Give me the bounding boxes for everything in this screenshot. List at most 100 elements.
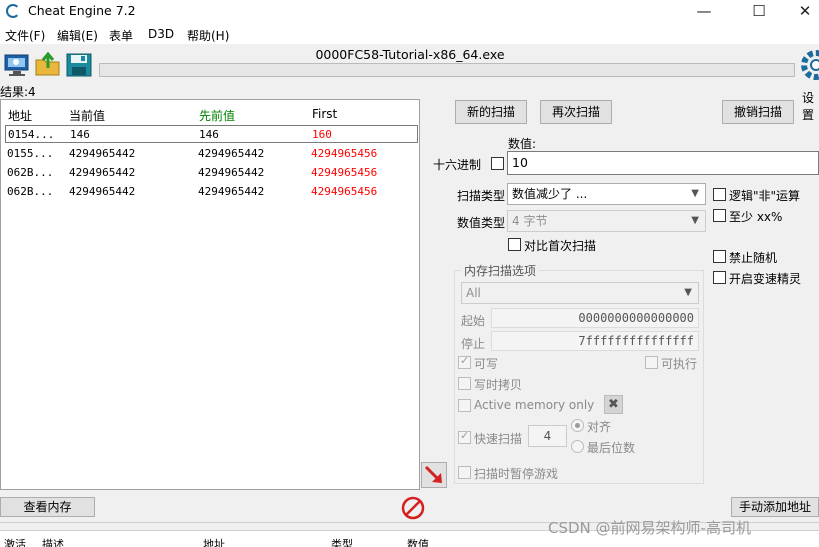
no-random-checkbox[interactable] xyxy=(713,250,726,263)
column-active[interactable]: 激活 xyxy=(4,536,26,547)
value-type-select[interactable]: 4 字节 ▼ xyxy=(507,210,706,232)
cheat-engine-logo-icon xyxy=(6,4,20,18)
stop-label: 停止 xyxy=(461,337,486,351)
stop-address-input[interactable]: 7fffffffffffffff xyxy=(491,331,699,351)
result-row[interactable]: 0154... 146 146 160 xyxy=(5,125,418,143)
add-address-manually-button[interactable]: 手动添加地址 xyxy=(731,497,819,517)
writable-label[interactable]: 可写 xyxy=(474,355,498,372)
row-current: 4294965442 xyxy=(69,166,136,179)
row-first: 160 xyxy=(312,128,332,141)
row-address: 062B... xyxy=(7,166,54,179)
pause-game-checkbox[interactable] xyxy=(458,466,471,479)
fast-scan-checkbox[interactable] xyxy=(458,429,471,444)
window-title: Cheat Engine 7.2 xyxy=(28,3,136,18)
row-previous: 4294965442 xyxy=(198,185,265,198)
settings-gear-icon[interactable] xyxy=(800,48,819,82)
logic-not-label[interactable]: 逻辑"非"运算 xyxy=(729,187,800,204)
menu-help[interactable]: 帮助(H) xyxy=(187,27,229,44)
title-bar: Cheat Engine 7.2 — ☐ ✕ xyxy=(0,0,819,24)
scan-progress-bar xyxy=(99,63,795,77)
column-type[interactable]: 类型 xyxy=(331,536,353,547)
column-current-value[interactable]: 当前值 xyxy=(69,107,105,124)
hex-checkbox[interactable] xyxy=(491,157,504,170)
save-icon[interactable] xyxy=(65,52,93,78)
menu-file[interactable]: 文件(F) xyxy=(5,27,45,44)
open-file-icon[interactable] xyxy=(34,51,62,78)
compare-first-label[interactable]: 对比首次扫描 xyxy=(524,237,596,254)
executable-label[interactable]: 可执行 xyxy=(661,355,697,372)
row-previous: 4294965442 xyxy=(198,147,265,160)
align-label[interactable]: 对齐 xyxy=(587,418,611,435)
copy-on-write-checkbox[interactable] xyxy=(458,377,471,390)
value-type-label: 数值类型 xyxy=(457,216,506,230)
results-list[interactable]: 地址 当前值 先前值 First 0154... 146 146 160 015… xyxy=(0,99,420,490)
menu-edit[interactable]: 编辑(E) xyxy=(57,27,98,44)
column-address[interactable]: 地址 xyxy=(203,536,225,547)
last-digits-radio[interactable] xyxy=(571,440,584,453)
column-first[interactable]: First xyxy=(312,107,337,121)
settings-label[interactable]: 设置 xyxy=(802,89,819,123)
menu-bar: 文件(F) 编辑(E) 表单 D3D 帮助(H) xyxy=(0,24,819,44)
row-previous: 4294965442 xyxy=(198,166,265,179)
copy-on-write-label[interactable]: 写时拷贝 xyxy=(474,376,522,393)
add-to-list-arrow-icon[interactable] xyxy=(421,462,447,488)
active-memory-label[interactable]: Active memory only xyxy=(474,398,594,412)
close-button[interactable]: ✕ xyxy=(782,0,819,24)
new-scan-button[interactable]: 新的扫描 xyxy=(455,100,527,124)
view-memory-button[interactable]: 查看内存 xyxy=(0,497,95,517)
row-address: 0154... xyxy=(8,128,55,141)
fast-scan-label[interactable]: 快速扫描 xyxy=(474,430,522,447)
minimize-button[interactable]: — xyxy=(681,0,727,24)
active-memory-checkbox[interactable] xyxy=(458,399,471,412)
watermark: CSDN @前网易架构师-高司机 xyxy=(548,519,751,537)
result-row[interactable]: 062B... 4294965442 4294965442 4294965456 xyxy=(5,164,418,182)
at-least-label[interactable]: 至少 xx% xyxy=(729,208,782,225)
menu-d3d[interactable]: D3D xyxy=(148,27,174,41)
writable-checkbox[interactable] xyxy=(458,354,471,369)
hex-label: 十六进制 xyxy=(433,158,482,172)
column-address[interactable]: 地址 xyxy=(8,107,32,124)
column-previous-value[interactable]: 先前值 xyxy=(199,107,235,124)
column-value[interactable]: 数值 xyxy=(407,536,429,547)
undo-scan-button[interactable]: 撤销扫描 xyxy=(722,100,794,124)
speedhack-checkbox[interactable] xyxy=(713,271,726,284)
chevron-down-icon: ▼ xyxy=(691,188,699,199)
menu-table[interactable]: 表单 xyxy=(109,27,133,44)
align-radio[interactable] xyxy=(571,419,584,432)
row-address: 062B... xyxy=(7,185,54,198)
clear-x-icon[interactable]: ✖ xyxy=(604,395,623,414)
logic-not-checkbox[interactable] xyxy=(713,188,726,201)
fast-scan-alignment-input[interactable]: 4 xyxy=(528,425,567,447)
row-current: 146 xyxy=(70,128,90,141)
row-first: 4294965456 xyxy=(311,185,378,198)
speedhack-label[interactable]: 开启变速精灵 xyxy=(729,270,801,287)
column-description[interactable]: 描述 xyxy=(42,536,64,547)
last-digits-label[interactable]: 最后位数 xyxy=(587,439,635,456)
memory-options-title: 内存扫描选项 xyxy=(461,262,540,279)
scan-type-label: 扫描类型 xyxy=(457,189,506,203)
executable-checkbox[interactable] xyxy=(645,356,658,369)
row-current: 4294965442 xyxy=(69,147,136,160)
open-process-icon[interactable] xyxy=(3,52,31,78)
value-input[interactable]: 10 xyxy=(507,151,819,175)
next-scan-button[interactable]: 再次扫描 xyxy=(540,100,612,124)
row-address: 0155... xyxy=(7,147,54,160)
start-address-input[interactable]: 0000000000000000 xyxy=(491,308,699,328)
start-label: 起始 xyxy=(461,314,486,328)
pause-game-label[interactable]: 扫描时暂停游戏 xyxy=(474,465,558,482)
result-row[interactable]: 0155... 4294965442 4294965442 4294965456 xyxy=(5,145,418,163)
scan-type-value: 数值减少了 ... xyxy=(512,187,588,201)
at-least-checkbox[interactable] xyxy=(713,209,726,222)
result-row[interactable]: 062B... 4294965442 4294965442 4294965456 xyxy=(5,183,418,201)
no-random-label[interactable]: 禁止随机 xyxy=(729,249,777,266)
chevron-down-icon: ▼ xyxy=(684,287,692,298)
row-current: 4294965442 xyxy=(69,185,136,198)
found-count: 结果:4 xyxy=(0,85,36,99)
maximize-button[interactable]: ☐ xyxy=(736,0,782,24)
stop-sign-icon[interactable] xyxy=(401,496,425,520)
memory-region-select[interactable]: All ▼ xyxy=(461,282,699,304)
scan-type-select[interactable]: 数值减少了 ... ▼ xyxy=(507,183,706,205)
row-first: 4294965456 xyxy=(311,166,378,179)
compare-first-checkbox[interactable] xyxy=(508,238,521,251)
row-previous: 146 xyxy=(199,128,219,141)
